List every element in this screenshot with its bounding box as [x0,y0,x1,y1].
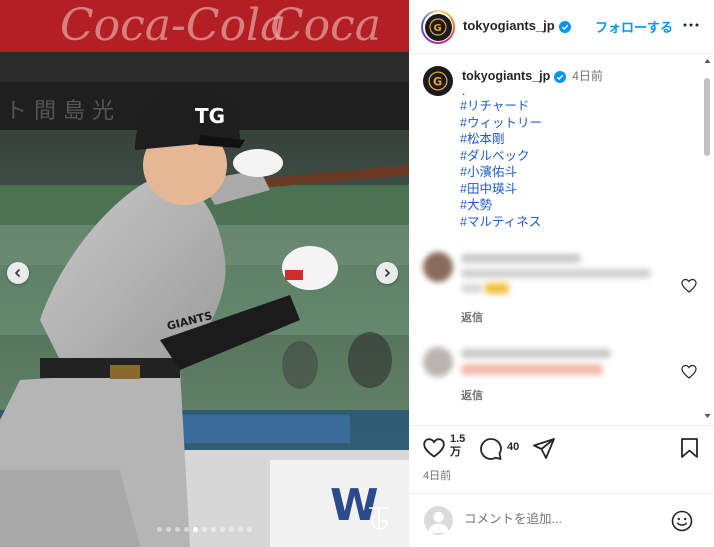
hashtag-link[interactable]: #大勢 [460,197,542,214]
smiley-icon[interactable] [671,510,693,532]
post-time[interactable]: 4日前 [423,467,451,483]
carousel-dot [193,527,198,532]
comment-input[interactable] [464,512,664,526]
account-avatar[interactable]: G [421,10,455,44]
bookmark-icon[interactable] [681,438,698,458]
likes-unit: 万 [450,446,461,458]
caption-time: 4日前 [572,69,603,83]
speech-bubble-icon[interactable] [480,438,502,460]
carousel-indicator [157,527,252,532]
svg-text:G: G [434,23,442,34]
giants-logo-icon: G [428,71,448,91]
hashtag-link[interactable]: #ウィットリー [460,115,542,132]
carousel-prev-button[interactable] [7,262,29,284]
tg-watermark-icon [369,507,389,530]
comment-avatar[interactable] [423,252,453,282]
account-username-row[interactable]: tokyogiants_jp [463,18,571,33]
hashtag-list: #リチャード #ウィットリー #松本剛 #ダルベック #小濱佑斗 #田中瑛斗 #大勢 #マルテ… [460,98,542,230]
svg-text:ト 間 島 光: ト 間 島 光 [5,99,114,124]
reply-button[interactable]: 返信 [461,387,483,403]
carousel-dot [238,527,243,532]
comments-scrollbar[interactable] [704,58,711,420]
action-bar: 1.5 万 40 4日前 [409,425,714,485]
hashtag-link[interactable]: #田中瑛斗 [460,181,542,198]
post-sidebar: G tokyogiants_jp フォローする G tokyogiants_jp… [409,0,714,547]
hashtag-link[interactable]: #ダルベック [460,148,542,165]
verified-badge-icon [558,20,571,33]
more-options-button[interactable] [681,15,701,35]
chevron-right-icon [384,268,391,278]
comments-count[interactable]: 40 [507,441,519,453]
carousel-dot [166,527,171,532]
svg-text:Coca: Coca [270,0,381,51]
post-media[interactable]: Coca-Cola Coca ト 間 島 光 W TG GIANTS [0,0,409,547]
account-username[interactable]: tokyogiants_jp [463,18,555,33]
caption-text: . [462,84,466,98]
comment-avatar[interactable] [423,347,453,377]
scroll-down-icon[interactable] [704,413,711,419]
giants-logo-icon: G [429,18,447,36]
likes-number: 1.5 [450,433,466,445]
carousel-dot [220,527,225,532]
paper-plane-icon[interactable] [533,438,555,459]
heart-icon[interactable] [681,364,697,380]
post-photo: Coca-Cola Coca ト 間 島 光 W TG GIANTS [0,0,409,547]
caption-avatar[interactable]: G [423,66,453,96]
carousel-dot [211,527,216,532]
scrollbar-thumb[interactable] [704,78,710,156]
hashtag-link[interactable]: #松本剛 [460,131,542,148]
hashtag-link[interactable]: #リチャード [460,98,542,115]
default-user-icon [428,511,449,533]
three-dots-icon [683,23,699,27]
carousel-next-button[interactable] [376,262,398,284]
post-header: G tokyogiants_jp フォローする [409,0,714,54]
carousel-dot [229,527,234,532]
hashtag-link[interactable]: #マルティネス [460,214,542,231]
carousel-dot [157,527,162,532]
likes-count[interactable]: 1.5 万 [450,433,465,459]
verified-badge-icon [554,70,567,83]
carousel-dot [247,527,252,532]
chevron-left-icon [14,268,21,278]
carousel-dot [202,527,207,532]
svg-text:TG: TG [195,104,225,128]
user-avatar[interactable] [424,506,453,535]
caption-username[interactable]: tokyogiants_jp [462,69,550,83]
comments-section[interactable]: G tokyogiants_jp 4日前 . #リチャード #ウィットリー #松本剛 #… [409,55,714,425]
reply-button[interactable]: 返信 [461,309,483,325]
heart-icon[interactable] [681,278,697,294]
banner-text: Coca-Cola [60,0,286,51]
svg-text:G: G [433,75,442,88]
carousel-dot [175,527,180,532]
follow-button[interactable]: フォローする [595,17,673,36]
hashtag-link[interactable]: #小濱佑斗 [460,164,542,181]
scroll-up-icon[interactable] [704,58,711,64]
comment-composer [409,493,714,547]
carousel-dot [184,527,189,532]
heart-icon[interactable] [423,438,445,458]
caption-header: tokyogiants_jp 4日前 [462,67,603,84]
